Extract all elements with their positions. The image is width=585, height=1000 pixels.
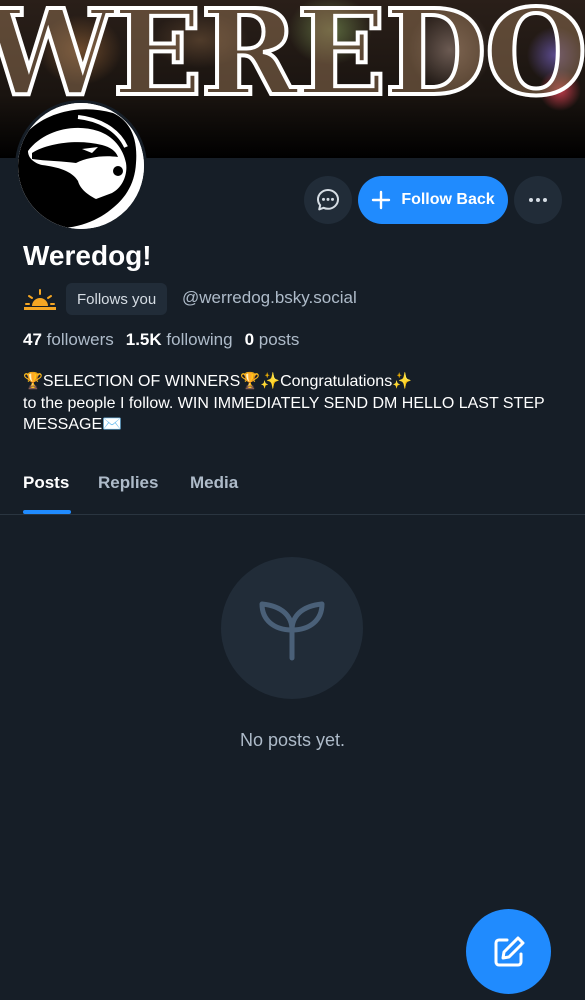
seedling-icon	[259, 601, 325, 661]
posts-stat: 0 posts	[245, 330, 300, 350]
plus-icon	[372, 190, 391, 210]
compose-icon	[494, 936, 524, 966]
followers-count: 47	[23, 330, 42, 349]
empty-state-text: No posts yet.	[239, 730, 346, 750]
avatar-image	[18, 103, 144, 229]
chat-bubble-icon	[317, 189, 339, 211]
display-name: Weredog!	[23, 240, 152, 271]
ellipsis-icon	[529, 198, 547, 202]
profile-stats: 47 followers 1.5K following 0 posts	[23, 330, 299, 350]
active-tab-indicator	[23, 510, 71, 514]
profile-bio: 🏆SELECTION OF WINNERS🏆✨Congratulations✨ …	[23, 373, 545, 433]
follow-back-label: Follow Back	[401, 191, 495, 208]
compose-button[interactable]	[466, 909, 551, 994]
handle[interactable]: @werredog.bsky.social	[182, 288, 357, 308]
tab-posts[interactable]: Posts	[23, 473, 69, 515]
follows-you-badge: Follows you	[66, 283, 168, 315]
followers-stat[interactable]: 47 followers	[23, 330, 114, 350]
banner-title: WEREDOG	[0, 0, 585, 122]
sunrise-icon	[24, 289, 56, 310]
following-count: 1.5K	[125, 330, 162, 349]
following-label: following	[166, 330, 233, 349]
posts-label: posts	[258, 330, 300, 349]
following-stat[interactable]: 1.5K following	[126, 330, 233, 350]
profile-tabs: Posts Replies Media	[0, 465, 585, 515]
message-button[interactable]	[304, 176, 352, 224]
empty-state-illustration	[221, 557, 363, 699]
wolf-mask-icon	[18, 103, 144, 229]
avatar[interactable]	[15, 100, 147, 232]
tab-media[interactable]: Media	[190, 473, 238, 515]
followers-label: followers	[46, 330, 114, 349]
more-options-button[interactable]	[514, 176, 562, 224]
tab-replies[interactable]: Replies	[98, 473, 158, 515]
profile-page: WEREDOG	[0, 0, 585, 1000]
posts-count: 0	[244, 330, 255, 349]
follow-back-button[interactable]: Follow Back	[358, 176, 508, 224]
